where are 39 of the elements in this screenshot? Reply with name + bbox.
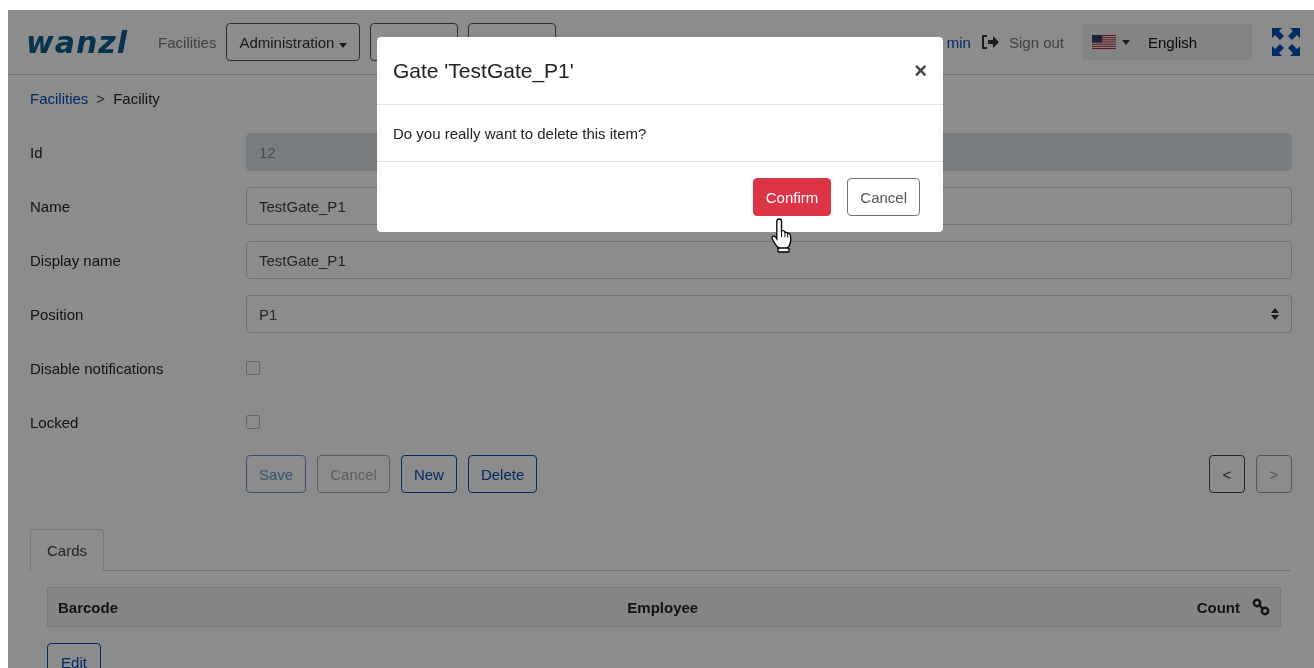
select-field[interactable]: P1: [246, 295, 1292, 333]
breadcrumb-current: Facility: [113, 90, 160, 109]
checkbox[interactable]: [246, 361, 260, 375]
field-label: Id: [30, 143, 44, 161]
edit-button[interactable]: Edit: [47, 643, 101, 668]
column-header: Employee: [627, 598, 700, 616]
caret-icon: [338, 42, 347, 48]
user-link[interactable]: min: [946, 33, 971, 51]
fullscreen-icon[interactable]: [1272, 28, 1300, 56]
action-button[interactable]: Delete: [467, 455, 538, 493]
logo: wanzl: [26, 24, 129, 60]
field-label: Name: [30, 197, 71, 215]
field-label: Disable notifications: [30, 359, 165, 377]
flag-icon: [1092, 35, 1116, 49]
pager-button[interactable]: <: [1209, 455, 1245, 493]
sign-out-icon: [980, 34, 999, 50]
language-select[interactable]: English: [1082, 24, 1252, 60]
tab[interactable]: Cards: [30, 529, 104, 571]
column-header: Count: [1196, 598, 1240, 616]
breadcrumb-separator: >: [96, 90, 106, 109]
select-arrows-icon: [1271, 308, 1279, 320]
field-label: Locked: [30, 413, 80, 431]
link-icon: [1252, 598, 1270, 616]
checkbox[interactable]: [246, 415, 260, 429]
nav-link[interactable]: Facilities: [158, 33, 217, 51]
action-button[interactable]: New: [400, 455, 457, 493]
field-label: Display name: [30, 251, 122, 269]
close-button[interactable]: ×: [914, 57, 927, 84]
text-field[interactable]: TestGate_P1: [246, 241, 1292, 279]
dialog-message: Do you really want to delete this item?: [377, 105, 943, 162]
field-label: Position: [30, 305, 85, 323]
sign-out-link[interactable]: Sign out: [1008, 33, 1064, 51]
dialog-title: Gate 'TestGate_P1': [393, 58, 574, 83]
caret-icon: [1122, 39, 1130, 45]
nav-dropdown[interactable]: Administration: [226, 23, 360, 61]
cancel-button[interactable]: Cancel: [847, 178, 920, 216]
confirm-button[interactable]: Confirm: [752, 178, 832, 216]
column-header: Barcode: [58, 598, 120, 616]
breadcrumb-link[interactable]: Facilities: [30, 90, 89, 125]
